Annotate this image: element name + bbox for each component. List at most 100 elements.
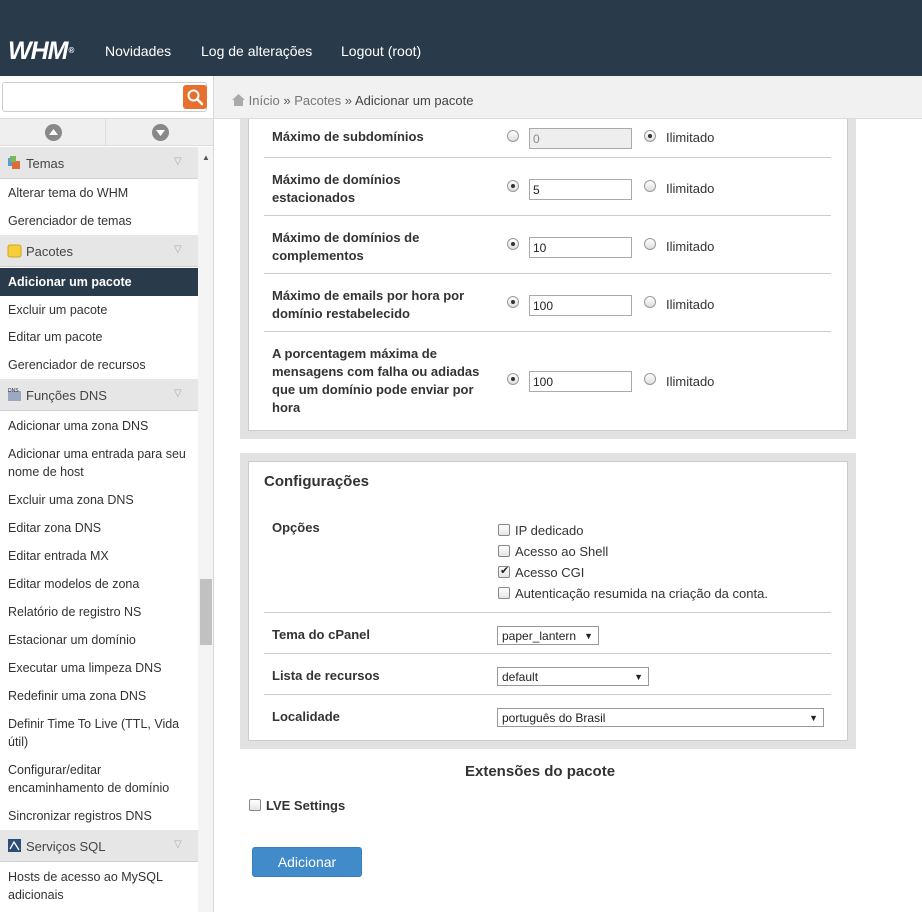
sidebar-item-relatorio-ns[interactable]: Relatório de registro NS <box>0 603 198 621</box>
emails-unlimited-radio[interactable] <box>644 296 656 308</box>
themes-icon <box>8 156 20 169</box>
option-cgi-checkbox[interactable] <box>498 564 510 578</box>
feature-list-select[interactable]: default ▼ <box>497 667 649 686</box>
extensions-title: Extensões do pacote <box>465 763 616 780</box>
sidebar-item-gerenciador-recursos[interactable]: Gerenciador de recursos <box>0 356 198 374</box>
collapse-icon[interactable]: ▽ <box>174 388 188 402</box>
sidebar-item-editar-mx[interactable]: Editar entrada MX <box>0 547 198 565</box>
feature-list-value: default <box>502 670 539 684</box>
limit-label-fail-percent: A porcentagem máxima de mensagens com fa… <box>272 346 480 415</box>
chevron-down-icon <box>156 130 165 136</box>
sidebar-item-adicionar-entrada-host[interactable]: Adicionar uma entrada para seu nome de h… <box>0 445 196 481</box>
sidebar-item-editar-modelos[interactable]: Editar modelos de zona <box>0 575 198 593</box>
sidebar-item-alterar-tema[interactable]: Alterar tema do WHM <box>0 184 198 202</box>
search-button[interactable] <box>183 85 207 109</box>
sidebar-item-editar-pacote[interactable]: Editar um pacote <box>0 328 198 346</box>
section-label: Temas <box>26 156 65 171</box>
row-divider <box>264 331 831 332</box>
lve-settings-label: LVE Settings <box>266 798 346 813</box>
addon-unlimited-radio[interactable] <box>644 238 656 250</box>
theme-select-value: paper_lantern <box>502 629 577 643</box>
parked-unlimited-radio[interactable] <box>644 180 656 192</box>
sidebar-item-adicionar-pacote[interactable]: Adicionar um pacote <box>0 268 198 296</box>
sidebar-section-temas[interactable]: Temas ▽ <box>0 147 198 179</box>
dropdown-arrow-icon: ▼ <box>584 631 593 641</box>
add-package-button[interactable]: Adicionar <box>252 847 362 877</box>
fail-percent-input[interactable] <box>529 371 632 392</box>
fail-percent-value-radio[interactable] <box>507 373 519 385</box>
theme-select[interactable]: paper_lantern ▼ <box>497 626 599 645</box>
sidebar-section-sql[interactable]: Serviços SQL ▽ <box>0 830 198 862</box>
sidebar-item-redefinir-zona[interactable]: Redefinir uma zona DNS <box>0 687 198 705</box>
locale-value: português do Brasil <box>502 711 606 725</box>
sidebar-scrollbar[interactable]: ▲ <box>198 147 213 912</box>
emails-input[interactable] <box>529 295 632 316</box>
option-label: Autenticação resumida na criação da cont… <box>515 586 768 601</box>
collapse-icon[interactable]: ▽ <box>174 156 188 170</box>
scroll-up-button[interactable] <box>0 119 106 146</box>
nav-novidades[interactable]: Novidades <box>105 43 171 59</box>
option-label: IP dedicado <box>515 523 584 538</box>
sidebar-item-gerenciador-temas[interactable]: Gerenciador de temas <box>0 212 198 230</box>
parked-value-radio[interactable] <box>507 180 519 192</box>
sidebar-item-excluir-pacote[interactable]: Excluir um pacote <box>0 301 198 319</box>
scroll-up-arrow-icon[interactable]: ▲ <box>202 153 210 162</box>
locale-select[interactable]: português do Brasil ▼ <box>497 708 824 727</box>
option-digest-auth-checkbox[interactable] <box>498 587 510 599</box>
sidebar-item-excluir-zona[interactable]: Excluir uma zona DNS <box>0 491 198 509</box>
limit-label-subdomains: Máximo de subdomínios <box>272 129 424 144</box>
dropdown-arrow-icon: ▼ <box>809 713 818 723</box>
collapse-icon[interactable]: ▽ <box>174 244 188 258</box>
search-input[interactable] <box>2 82 207 112</box>
unlimited-label: Ilimitado <box>666 297 715 312</box>
nav-logout[interactable]: Logout (root) <box>341 43 421 59</box>
subdomains-input[interactable] <box>529 128 632 149</box>
sidebar-item-estacionar-dominio[interactable]: Estacionar um domínio <box>0 631 198 649</box>
sidebar-item-limpeza-dns[interactable]: Executar uma limpeza DNS <box>0 659 198 677</box>
subdomains-value-radio[interactable] <box>507 130 519 142</box>
lve-settings-checkbox[interactable] <box>249 799 261 811</box>
sidebar-item-adicionar-zona[interactable]: Adicionar uma zona DNS <box>0 417 198 435</box>
section-label: Funções DNS <box>26 388 107 403</box>
sidebar-section-pacotes[interactable]: Pacotes ▽ <box>0 235 198 267</box>
parked-input[interactable] <box>529 179 632 200</box>
home-icon[interactable] <box>232 94 245 106</box>
scroll-down-button[interactable] <box>107 119 213 146</box>
nav-changelog[interactable]: Log de alterações <box>201 43 312 59</box>
chevron-up-icon <box>49 129 58 135</box>
sidebar-item-editar-zona[interactable]: Editar zona DNS <box>0 519 198 537</box>
addon-value-radio[interactable] <box>507 238 519 250</box>
locale-label: Localidade <box>272 709 340 724</box>
dropdown-arrow-icon: ▼ <box>634 672 643 682</box>
sidebar-nav-arrows <box>0 118 213 146</box>
emails-value-radio[interactable] <box>507 296 519 308</box>
dns-icon: DNS <box>8 388 21 401</box>
fail-percent-unlimited-radio[interactable] <box>644 373 656 385</box>
option-shell-checkbox[interactable] <box>498 545 510 557</box>
unlimited-label: Ilimitado <box>666 130 715 145</box>
breadcrumb: Início » Pacotes » Adicionar um pacote <box>214 76 922 119</box>
folder-icon <box>7 244 22 258</box>
section-label: Pacotes <box>26 244 73 259</box>
section-label: Serviços SQL <box>26 839 106 854</box>
whm-logo[interactable]: WHM® <box>8 36 74 66</box>
sidebar-item-definir-ttl[interactable]: Definir Time To Live (TTL, Vida útil) <box>0 715 192 751</box>
breadcrumb-current: Adicionar um pacote <box>354 93 474 108</box>
feature-list-label: Lista de recursos <box>272 668 380 683</box>
row-divider <box>264 612 831 613</box>
breadcrumb-pacotes[interactable]: Pacotes <box>294 93 341 108</box>
collapse-icon[interactable]: ▽ <box>174 839 188 853</box>
scroll-thumb[interactable] <box>200 579 212 645</box>
sidebar-section-dns[interactable]: DNS Funções DNS ▽ <box>0 379 198 411</box>
breadcrumb-home[interactable]: Início <box>249 93 280 108</box>
row-divider <box>264 694 831 695</box>
unlimited-label: Ilimitado <box>666 374 715 389</box>
option-dedicated-ip-checkbox[interactable] <box>498 524 510 536</box>
limit-label-parked: Máximo de domínios estacionados <box>272 172 401 205</box>
sidebar-item-hosts-mysql[interactable]: Hosts de acesso ao MySQL adicionais <box>0 868 180 904</box>
row-divider <box>264 157 831 158</box>
sidebar-item-sincronizar-dns[interactable]: Sincronizar registros DNS <box>0 807 198 825</box>
subdomains-unlimited-radio[interactable] <box>644 130 656 142</box>
sidebar-item-encaminhamento[interactable]: Configurar/editar encaminhamento de domí… <box>0 761 190 797</box>
addon-input[interactable] <box>529 237 632 258</box>
